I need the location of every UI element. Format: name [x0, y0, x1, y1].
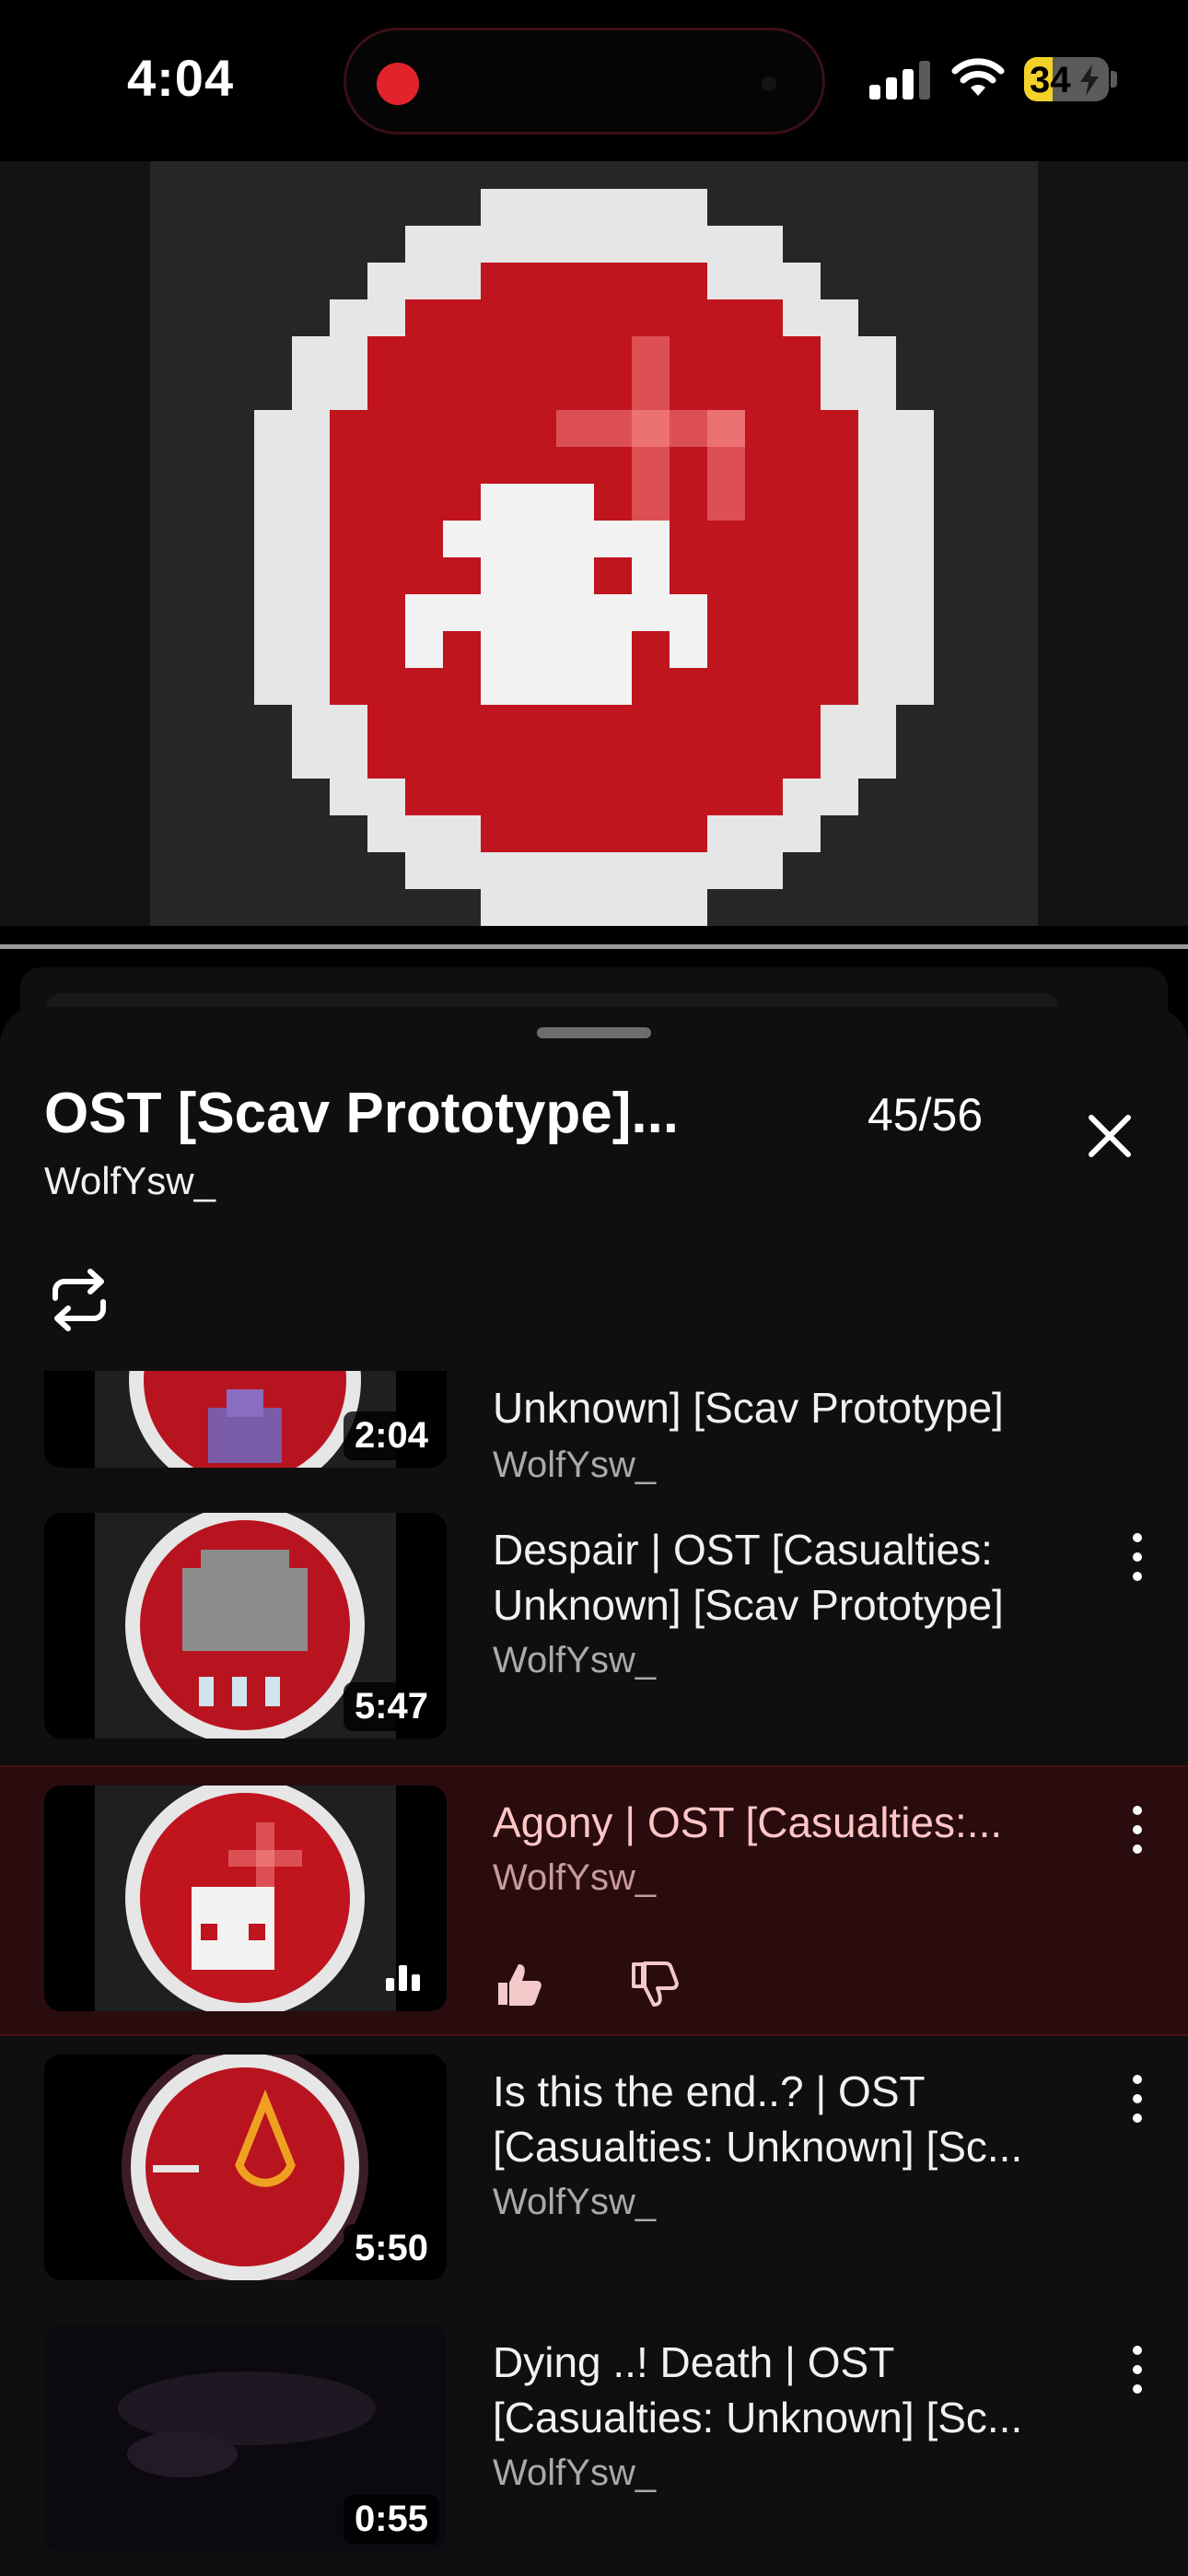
video-channel: WolfYsw_: [493, 2453, 657, 2493]
video-player[interactable]: [0, 161, 1188, 926]
video-title: Agony | OST [Casualties:...: [493, 1798, 1003, 1846]
video-title: Dying ..! Death | OST [Casualties: Unkno…: [493, 2338, 1023, 2441]
list-item[interactable]: 2:04 Unknown] [Scav Prototype] WolfYsw_: [0, 1371, 1188, 1494]
drag-handle[interactable]: [537, 1027, 651, 1038]
now-playing-icon: [386, 1965, 423, 1991]
more-options-icon[interactable]: [1128, 1529, 1147, 1585]
playlist-owner[interactable]: WolfYsw_: [44, 1159, 215, 1203]
list-item[interactable]: 5:47 Despair | OST [Casualties: Unknown]…: [0, 1494, 1188, 1765]
playlist-position: 45/56: [868, 1089, 984, 1141]
playlist-panel: OST [Scav Prototype]... 45/56 WolfYsw_ 2…: [0, 1007, 1188, 2576]
video-duration: 5:47: [343, 1682, 439, 1731]
battery-charging-icon: 34: [1024, 57, 1109, 101]
thumbs-up-icon[interactable]: [493, 1959, 544, 2010]
video-thumbnail[interactable]: 5:50: [44, 2055, 447, 2280]
wifi-icon: [951, 58, 1005, 96]
playlist-title: OST [Scav Prototype]...: [44, 1082, 680, 1145]
video-title: Unknown] [Scav Prototype]: [493, 1384, 1004, 1432]
battery-level: 34: [1030, 60, 1071, 100]
video-channel: WolfYsw_: [493, 1640, 657, 1680]
video-letterbox-right: [1038, 161, 1188, 926]
dynamic-island[interactable]: [344, 28, 825, 135]
video-duration: 5:50: [343, 2224, 439, 2273]
more-options-icon[interactable]: [1128, 1802, 1147, 1857]
camera-icon: [762, 76, 776, 91]
video-thumbnail[interactable]: 2:04: [44, 1371, 447, 1468]
more-options-icon[interactable]: [1128, 2071, 1147, 2126]
status-bar: 4:04 34: [0, 0, 1188, 161]
video-thumbnail[interactable]: 5:47: [44, 1513, 447, 1739]
video-duration: 2:04: [343, 1411, 439, 1460]
video-channel: WolfYsw_: [493, 1445, 657, 1485]
list-item[interactable]: 5:50 Is this the end..? | OST [Casualtie…: [0, 2036, 1188, 2307]
video-channel: WolfYsw_: [493, 2182, 657, 2222]
recording-dot-icon: [377, 63, 419, 105]
video-progress-bar[interactable]: [0, 944, 1188, 949]
playlist-items: 2:04 Unknown] [Scav Prototype] WolfYsw_ …: [0, 1371, 1188, 2576]
video-channel: WolfYsw_: [493, 1857, 657, 1898]
video-title: Is this the end..? | OST [Casualties: Un…: [493, 2067, 1023, 2171]
thumbs-down-icon[interactable]: [628, 1959, 680, 2010]
status-time: 4:04: [127, 49, 235, 107]
video-thumbnail[interactable]: 0:55: [44, 2325, 447, 2551]
list-item[interactable]: 0:55 Dying ..! Death | OST [Casualties: …: [0, 2307, 1188, 2576]
pixel-badge-artwork: [254, 189, 934, 926]
video-letterbox-left: [0, 161, 150, 926]
more-options-icon[interactable]: [1128, 2342, 1147, 2397]
video-duration: 0:55: [343, 2495, 439, 2544]
battery-cap: [1111, 71, 1117, 88]
video-thumbnail[interactable]: [44, 1786, 447, 2011]
close-icon[interactable]: [1077, 1104, 1142, 1168]
signal-icon: [869, 59, 930, 100]
charging-bolt-icon: [1080, 64, 1099, 96]
video-title: Despair | OST [Casualties: Unknown] [Sca…: [493, 1526, 1004, 1629]
list-item-now-playing[interactable]: Agony | OST [Casualties:... WolfYsw_: [0, 1765, 1188, 2036]
loop-icon[interactable]: [44, 1265, 114, 1335]
